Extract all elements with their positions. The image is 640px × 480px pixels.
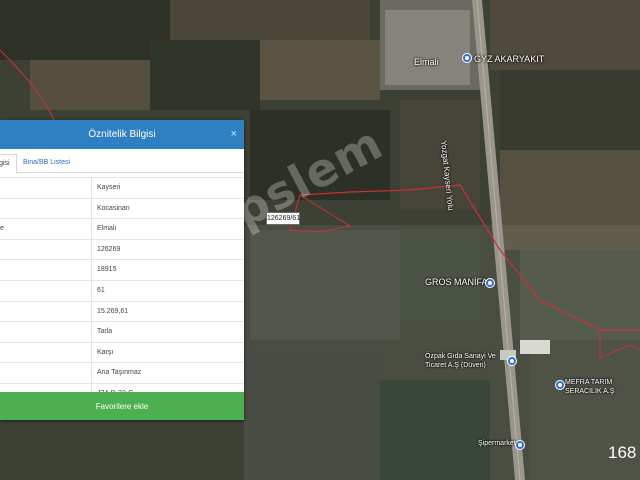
- table-row: Tarla: [0, 321, 244, 342]
- row-value: 61: [97, 286, 105, 294]
- table-row: 18915: [0, 259, 244, 280]
- row-value: 126269: [97, 245, 121, 253]
- company-label: Özpak Gıda Sanayi Ve Ticaret A.Ş (Düven): [425, 353, 496, 369]
- add-to-favorites-button[interactable]: Favorilere ekle: [0, 392, 244, 420]
- table-row: e Elmalı: [0, 218, 244, 239]
- row-key: e: [0, 219, 92, 239]
- row-key: [0, 280, 92, 301]
- table-row: Ana Taşınmaz: [0, 362, 244, 383]
- shop-label: GROS MANİFAK: [425, 277, 494, 287]
- gas-station-label: GYZ AKARYAKIT: [474, 54, 545, 64]
- row-key: [0, 301, 92, 322]
- table-row: 15.269,61: [0, 300, 244, 322]
- table-row: 126269: [0, 238, 244, 260]
- shop-pin-icon[interactable]: [485, 278, 495, 288]
- panel-tabs: ilgisi Bina/BB Listesi: [0, 149, 244, 174]
- table-row: 61: [0, 279, 244, 301]
- market-label: Şipermarket: [478, 440, 516, 447]
- row-key: [0, 260, 92, 280]
- row-value: Kocasinan: [97, 204, 130, 212]
- row-value: Ana Taşınmaz: [97, 369, 142, 377]
- corner-text: 168: [608, 443, 637, 462]
- parcel-number-tag[interactable]: 126269/61: [266, 212, 300, 225]
- tab-building-list[interactable]: Bina/BB Listesi: [23, 154, 70, 172]
- row-key: [0, 198, 92, 219]
- attribute-table: Kayseri Kocasinan e Elmalı 126269 18915 6…: [0, 177, 244, 405]
- row-value: Elmalı: [97, 225, 117, 233]
- table-row: Kocasinan: [0, 197, 244, 219]
- panel-header: Öznitelik Bilgisi ×: [0, 120, 244, 149]
- row-key: [0, 239, 92, 260]
- row-value: 15.269,61: [97, 307, 129, 315]
- panel-title: Öznitelik Bilgisi: [88, 129, 156, 140]
- table-row: Karşı: [0, 341, 244, 363]
- row-value: Tarla: [97, 328, 113, 336]
- gas-station-pin-icon[interactable]: [462, 53, 472, 63]
- row-value: Kayseri: [97, 184, 121, 191]
- company-pin-icon[interactable]: [507, 356, 517, 366]
- row-value: 18915: [97, 266, 117, 274]
- row-key: [0, 178, 92, 198]
- village-label: Elmalı: [414, 57, 440, 67]
- greenhouse-pin-icon[interactable]: [555, 380, 565, 390]
- row-key: [0, 322, 92, 342]
- market-pin-icon[interactable]: [515, 440, 525, 450]
- row-key: [0, 342, 92, 363]
- table-row: Kayseri: [0, 177, 244, 198]
- row-value: Karşı: [97, 348, 114, 356]
- row-key: [0, 363, 92, 383]
- tab-parcel-info[interactable]: ilgisi: [0, 154, 17, 174]
- close-icon[interactable]: ×: [231, 120, 237, 149]
- attribute-info-panel: Öznitelik Bilgisi × ilgisi Bina/BB Liste…: [0, 120, 244, 420]
- greenhouse-label: MEFRA TARIM SERACILIK A.Ş: [565, 379, 615, 395]
